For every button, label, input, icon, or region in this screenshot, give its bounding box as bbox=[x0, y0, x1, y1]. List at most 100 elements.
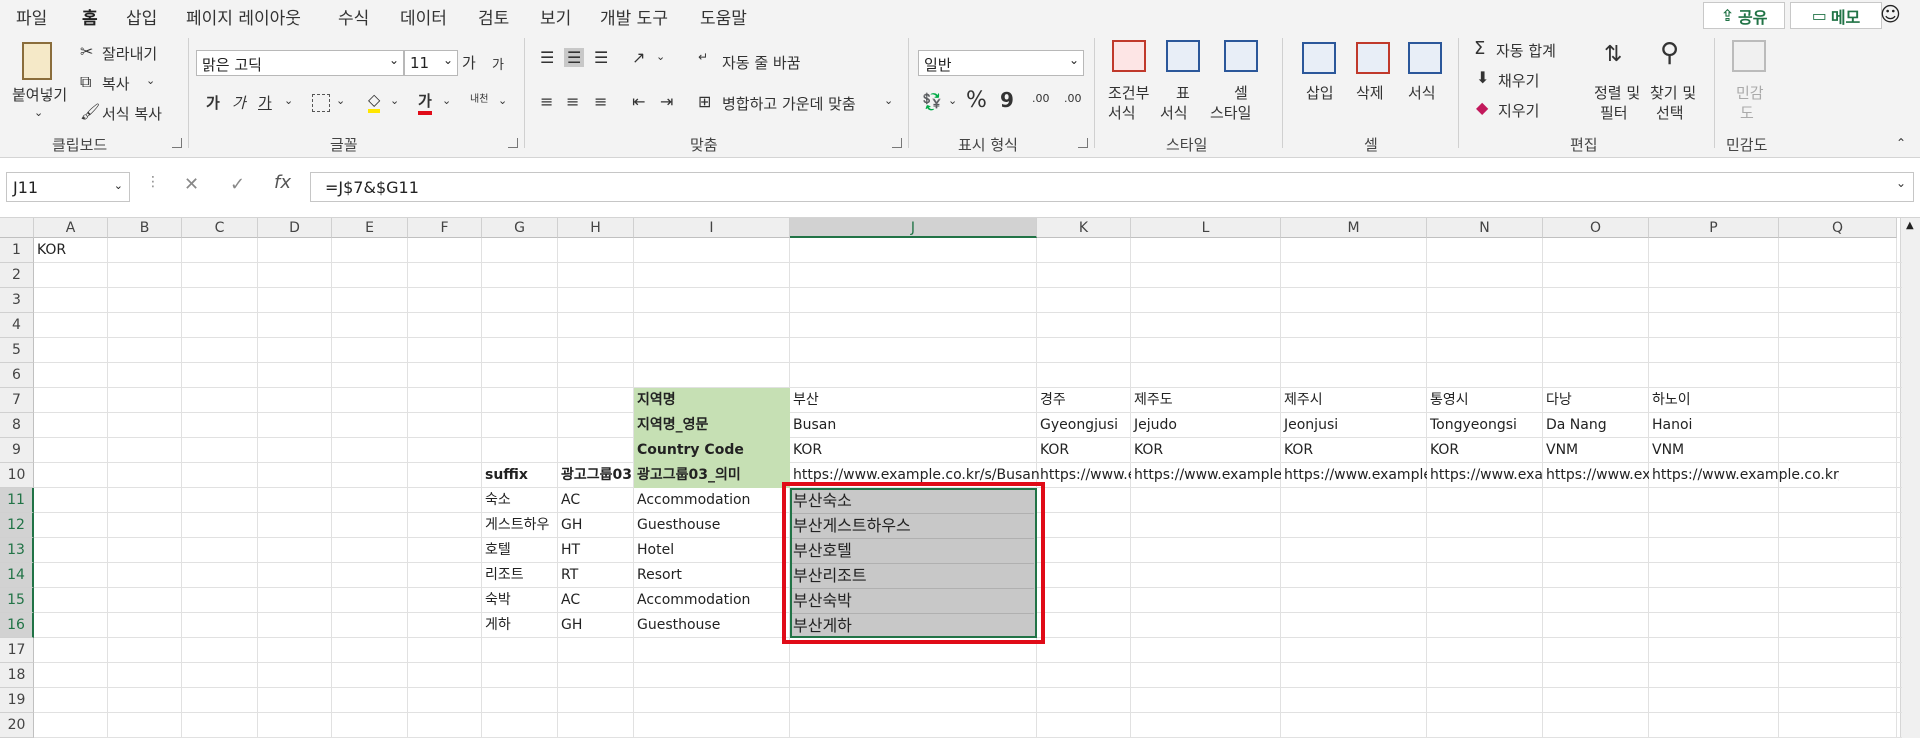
row-header-14[interactable]: 14 bbox=[0, 563, 34, 588]
cut-button[interactable]: 잘라내기 bbox=[102, 43, 157, 64]
vertical-scrollbar[interactable]: ▲ bbox=[1900, 218, 1920, 738]
format-as-table-icon[interactable] bbox=[1166, 40, 1200, 72]
align-center-icon[interactable]: ≡ bbox=[566, 92, 579, 111]
cell-g13[interactable]: 호텔 bbox=[482, 538, 558, 563]
bold-button[interactable]: 가 bbox=[206, 92, 220, 113]
cell-g16[interactable]: 게하 bbox=[482, 613, 558, 638]
tab-review[interactable]: 검토 bbox=[478, 4, 509, 29]
cell-k8[interactable]: Gyeongjusi bbox=[1037, 413, 1131, 438]
cell-h11[interactable]: AC bbox=[558, 488, 634, 513]
clear-button[interactable]: 지우기 bbox=[1498, 100, 1539, 121]
format-painter-button[interactable]: 서식 복사 bbox=[102, 103, 162, 124]
cell-i8[interactable]: 지역명_영문 bbox=[634, 413, 790, 438]
number-format-combo[interactable]: 일반 ⌄ bbox=[918, 50, 1084, 76]
delete-cells-icon[interactable] bbox=[1356, 42, 1390, 74]
feedback-smiley-icon[interactable]: ☺ bbox=[1880, 2, 1901, 26]
worksheet-grid[interactable]: ▲ A B C D E F G H I J K L M N O P Q 1 2 3 4 5 6 7 8 9 10 11 12 13 14 15… bbox=[0, 218, 1920, 738]
name-box[interactable]: J11 ⌄ bbox=[6, 172, 130, 202]
currency-icon[interactable]: 💱 bbox=[922, 92, 942, 111]
format-as-table-label-2[interactable]: 서식 bbox=[1160, 102, 1188, 123]
column-header-i[interactable]: I bbox=[634, 218, 790, 238]
column-header-m[interactable]: M bbox=[1281, 218, 1427, 238]
clipboard-launcher-icon[interactable] bbox=[172, 138, 182, 148]
row-header-20[interactable]: 20 bbox=[0, 713, 34, 738]
merge-center-icon[interactable]: ⊞ bbox=[698, 92, 711, 111]
conditional-format-icon[interactable] bbox=[1112, 40, 1146, 72]
cell-h13[interactable]: HT bbox=[558, 538, 634, 563]
cell-m8[interactable]: Jeonjusi bbox=[1281, 413, 1427, 438]
cell-h10[interactable]: 광고그룹03 bbox=[558, 463, 634, 488]
tab-file[interactable]: 파일 bbox=[16, 4, 47, 29]
row-header-4[interactable]: 4 bbox=[0, 313, 34, 338]
format-painter-icon[interactable]: 🖌 bbox=[80, 102, 100, 121]
cell-n8[interactable]: Tongyeongsi bbox=[1427, 413, 1543, 438]
column-header-k[interactable]: K bbox=[1037, 218, 1131, 238]
insert-function-icon[interactable]: fx bbox=[274, 172, 291, 193]
cell-h16[interactable]: GH bbox=[558, 613, 634, 638]
font-name-combo[interactable]: 맑은 고딕 ⌄ bbox=[196, 50, 404, 76]
autosum-button[interactable]: 자동 합계 bbox=[1496, 40, 1556, 61]
format-cells-icon[interactable] bbox=[1408, 42, 1442, 74]
align-top-icon[interactable]: ☰ bbox=[540, 48, 554, 67]
cell-i12[interactable]: Guesthouse bbox=[634, 513, 790, 538]
scroll-up-icon[interactable]: ▲ bbox=[1906, 220, 1914, 231]
comma-button[interactable]: 9 bbox=[1000, 88, 1014, 112]
row-header-8[interactable]: 8 bbox=[0, 413, 34, 438]
copy-icon[interactable]: ⧉ bbox=[80, 72, 91, 92]
cell-i14[interactable]: Resort bbox=[634, 563, 790, 588]
chevron-down-icon[interactable]: ⌄ bbox=[390, 94, 399, 107]
cell-p9[interactable]: VNM bbox=[1649, 438, 1779, 463]
tab-data[interactable]: 데이터 bbox=[400, 4, 447, 29]
fill-down-icon[interactable]: ⬇ bbox=[1476, 68, 1489, 87]
tab-insert[interactable]: 삽입 bbox=[126, 4, 157, 29]
fill-button[interactable]: 채우기 bbox=[1498, 70, 1539, 91]
copy-button[interactable]: 복사 bbox=[102, 73, 130, 94]
conditional-format-label-2[interactable]: 서식 bbox=[1108, 102, 1136, 123]
cell-a1[interactable]: KOR bbox=[34, 238, 108, 263]
row-header-7[interactable]: 7 bbox=[0, 388, 34, 413]
cell-n9[interactable]: KOR bbox=[1427, 438, 1543, 463]
cell-g12[interactable]: 게스트하우 bbox=[482, 513, 558, 538]
select-all-corner[interactable] bbox=[0, 218, 34, 238]
row-header-17[interactable]: 17 bbox=[0, 638, 34, 663]
scissors-icon[interactable]: ✂ bbox=[80, 42, 93, 61]
cell-i16[interactable]: Guesthouse bbox=[634, 613, 790, 638]
font-size-combo[interactable]: 11 ⌄ bbox=[404, 50, 458, 76]
font-launcher-icon[interactable] bbox=[508, 138, 518, 148]
cell-styles-icon[interactable] bbox=[1224, 40, 1258, 72]
cell-h14[interactable]: RT bbox=[558, 563, 634, 588]
column-header-h[interactable]: H bbox=[558, 218, 634, 238]
tab-developer[interactable]: 개발 도구 bbox=[600, 4, 668, 29]
column-header-j[interactable]: J bbox=[790, 218, 1037, 238]
phonetic-button[interactable]: 내천 bbox=[470, 90, 488, 105]
orientation-icon[interactable]: ↗ bbox=[632, 48, 645, 67]
paste-icon[interactable] bbox=[22, 42, 52, 80]
chevron-down-icon[interactable]: ⌄ bbox=[442, 94, 451, 107]
share-button[interactable]: ⇪ 공유 bbox=[1703, 2, 1785, 29]
cell-h12[interactable]: GH bbox=[558, 513, 634, 538]
grow-font-button[interactable]: 가 bbox=[462, 52, 476, 73]
row-header-13[interactable]: 13 bbox=[0, 538, 34, 563]
row-header-6[interactable]: 6 bbox=[0, 363, 34, 388]
row-header-19[interactable]: 19 bbox=[0, 688, 34, 713]
chevron-down-icon[interactable]: ⌄ bbox=[284, 94, 293, 107]
column-header-n[interactable]: N bbox=[1427, 218, 1543, 238]
insert-cells-icon[interactable] bbox=[1302, 42, 1336, 74]
column-header-b[interactable]: B bbox=[108, 218, 182, 238]
chevron-down-icon[interactable]: ⌄ bbox=[656, 50, 665, 63]
cell-g15[interactable]: 숙박 bbox=[482, 588, 558, 613]
column-header-p[interactable]: P bbox=[1649, 218, 1779, 238]
cell-k9[interactable]: KOR bbox=[1037, 438, 1131, 463]
format-cells-button[interactable]: 서식 bbox=[1408, 82, 1436, 103]
autosum-icon[interactable]: Σ bbox=[1474, 38, 1485, 59]
align-bottom-icon[interactable]: ☰ bbox=[594, 48, 608, 67]
find-select-icon[interactable]: ⚲ bbox=[1660, 38, 1679, 68]
cell-i11[interactable]: Accommodation bbox=[634, 488, 790, 513]
merge-center-button[interactable]: 병합하고 가운데 맞춤 bbox=[722, 93, 856, 114]
cell-l10[interactable]: https://www.example.co bbox=[1131, 463, 1281, 488]
row-header-10[interactable]: 10 bbox=[0, 463, 34, 488]
memo-button[interactable]: ▭ 메모 bbox=[1790, 2, 1882, 29]
find-select-label-2[interactable]: 선택 bbox=[1656, 102, 1684, 123]
cell-l9[interactable]: KOR bbox=[1131, 438, 1281, 463]
cell-l7[interactable]: 제주도 bbox=[1131, 388, 1281, 413]
